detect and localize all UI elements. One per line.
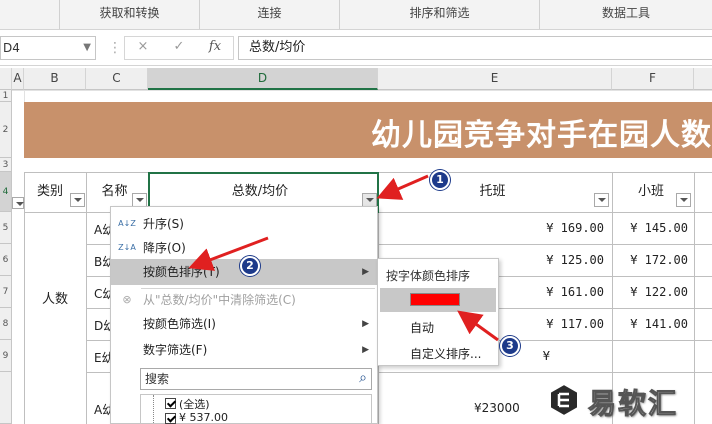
step-badge-2: 2: [240, 256, 260, 276]
arrow-to-filter-button: [376, 174, 429, 200]
arrow-to-color-swatch: [457, 310, 499, 342]
watermark-logo-icon: [549, 382, 579, 418]
watermark: 易软汇: [544, 378, 712, 424]
step-badge-3: 3: [500, 336, 520, 356]
annotation-arrows: [188, 174, 499, 342]
watermark-text: 易软汇: [587, 387, 679, 421]
step-badge-1: 1: [430, 170, 450, 190]
